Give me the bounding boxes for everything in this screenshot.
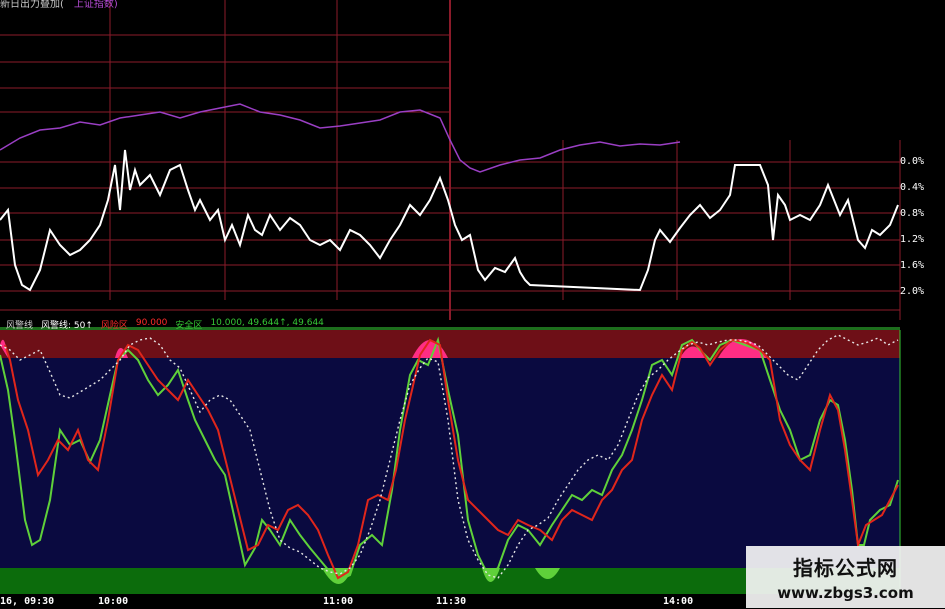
legend-risk-label: 风险区 xyxy=(100,321,128,331)
pct-label: 0.0% xyxy=(900,156,925,167)
percent-axis: 0.0% 0.4% 0.8% 1.2% 1.6% 2.0% xyxy=(900,0,945,300)
upper-grid xyxy=(0,0,901,320)
time-label: 16, 09:30 xyxy=(0,596,55,607)
index-name[interactable]: 上证指数) xyxy=(74,0,118,12)
time-label: 11:00 xyxy=(323,596,354,607)
indicator-window: 新日出力叠加( 上证指数) 0.0% 0.4% 0.8% 1.2% 1.6% 2… xyxy=(0,0,945,609)
legend-risk-value: 90.000 xyxy=(135,318,168,328)
pct-label: 0.4% xyxy=(900,182,925,193)
pct-label: 2.0% xyxy=(900,286,925,297)
legend-name: 风警线 xyxy=(6,321,34,331)
watermark-url: www.zbgs3.com xyxy=(777,584,914,602)
time-label: 14:00 xyxy=(663,596,694,607)
chart-header: 新日出力叠加( 上证指数) xyxy=(0,0,118,12)
time-label: 11:30 xyxy=(436,596,467,607)
indicator-chart[interactable] xyxy=(0,0,945,609)
pct-label: 1.2% xyxy=(900,234,925,245)
legend-safe-label: 安全区 xyxy=(175,321,203,331)
legend-safe-value: 10.000, 49.644↑, 49.644 xyxy=(210,318,324,328)
legend-item1: 风警线: 50↑ xyxy=(41,321,93,331)
pct-label: 0.8% xyxy=(900,208,925,219)
watermark: 指标公式网 www.zbgs3.com xyxy=(746,546,945,608)
watermark-title: 指标公式网 xyxy=(793,556,898,580)
indicator-title: 新日出力叠加( xyxy=(0,0,64,10)
time-label: 10:00 xyxy=(98,596,129,607)
pct-label: 1.6% xyxy=(900,260,925,271)
lower-legend: 风警线 风警线: 50↑ 风险区 90.000 安全区 10.000, 49.6… xyxy=(6,318,324,331)
